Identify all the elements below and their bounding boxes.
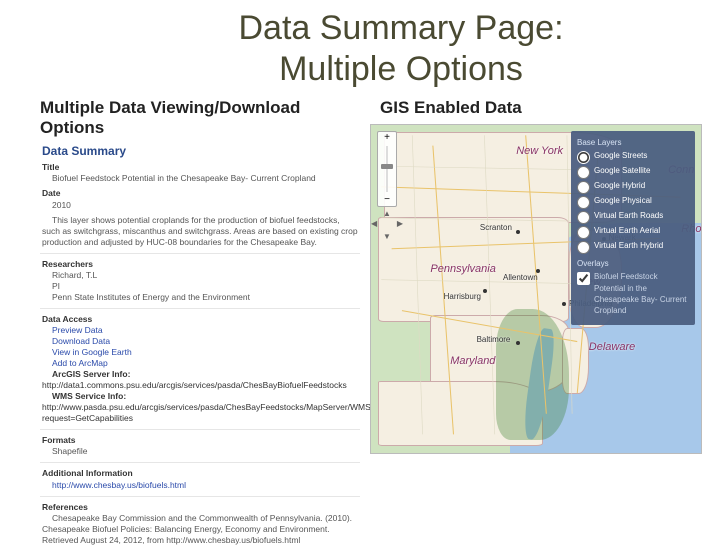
layer-switcher: Base Layers Google Streets Google Satell… — [571, 131, 695, 325]
researchers-label: Researchers — [42, 259, 93, 269]
date-value: 2010 — [52, 200, 71, 210]
layer-ve-aerial[interactable]: Virtual Earth Aerial — [577, 225, 689, 239]
divider — [40, 308, 360, 309]
label-harrisburg: Harrisburg — [444, 292, 481, 301]
researchers-name: Richard, T.L — [52, 270, 97, 280]
radio-google-hybrid[interactable] — [577, 181, 590, 194]
formats-label: Formats — [42, 435, 76, 445]
researchers-org: Penn State Institutes of Energy and the … — [52, 292, 250, 302]
addl-label: Additional Information — [42, 468, 133, 478]
title-label: Title — [42, 162, 59, 172]
zoom-slider[interactable] — [378, 146, 396, 192]
wms-value: http://www.pasda.psu.edu/arcgis/services… — [42, 402, 401, 423]
field-description: This layer shows potential croplands for… — [42, 215, 360, 248]
divider — [40, 429, 360, 430]
label-allentown: Allentown — [503, 273, 538, 282]
zoom-thumb[interactable] — [381, 164, 393, 169]
overlay-biofuel[interactable]: Biofuel Feedstock Potential in the Chesa… — [577, 271, 689, 316]
radio-google-streets[interactable] — [577, 151, 590, 164]
zoom-in-button[interactable]: + — [378, 132, 396, 144]
label-pa: Pennsylvania — [430, 263, 495, 275]
radio-ve-hybrid[interactable] — [577, 241, 590, 254]
pan-east-icon[interactable]: ▶ — [397, 219, 403, 228]
label-de: Delaware — [589, 341, 635, 353]
date-label: Date — [42, 188, 60, 198]
arcgis-value: http://data1.commons.psu.edu/arcgis/serv… — [42, 380, 347, 390]
preview-data-link[interactable]: Preview Data — [52, 325, 103, 335]
addl-link[interactable]: http://www.chesbay.us/biofuels.html — [52, 480, 186, 490]
label-md: Maryland — [450, 355, 495, 367]
right-subheading: GIS Enabled Data — [380, 98, 702, 118]
wms-info: WMS Service Info: http://www.pasda.psu.e… — [42, 391, 401, 423]
field-data-access: Data Access Preview Data Download Data V… — [42, 314, 360, 424]
field-formats: Formats Shapefile — [42, 435, 360, 457]
radio-google-satellite[interactable] — [577, 166, 590, 179]
view-google-earth-link[interactable]: View in Google Earth — [52, 347, 132, 357]
label-baltimore: Baltimore — [477, 335, 511, 344]
pan-west-icon[interactable]: ◀ — [371, 219, 377, 228]
divider — [40, 496, 360, 497]
slide: Data Summary Page: Multiple Options Mult… — [0, 0, 720, 540]
biofuel-overlay — [496, 309, 569, 440]
formats-value: Shapefile — [52, 446, 87, 456]
field-references: References Chesapeake Bay Commission and… — [42, 502, 360, 546]
arcgis-label: ArcGIS Server Info: — [52, 369, 130, 379]
layer-google-physical[interactable]: Google Physical — [577, 195, 689, 209]
radio-ve-aerial[interactable] — [577, 226, 590, 239]
title-value: Biofuel Feedstock Potential in the Chesa… — [52, 173, 316, 183]
title-line-1: Data Summary Page: — [238, 9, 563, 47]
divider — [40, 253, 360, 254]
download-data-link[interactable]: Download Data — [52, 336, 110, 346]
field-title: Title Biofuel Feedstock Potential in the… — [42, 162, 360, 184]
left-subheading: Multiple Data Viewing/Download Options — [40, 98, 360, 139]
radio-ve-roads[interactable] — [577, 211, 590, 224]
field-additional-info: Additional Information http://www.chesba… — [42, 468, 360, 490]
right-column: GIS Enabled Data — [370, 98, 702, 550]
field-researchers: Researchers Richard, T.L PI Penn State I… — [42, 259, 360, 303]
pan-control: ▲ ▼ ◀ ▶ — [373, 211, 401, 239]
data-summary-heading: Data Summary — [42, 144, 360, 158]
checkbox-biofuel-overlay[interactable] — [577, 272, 590, 285]
arcgis-info: ArcGIS Server Info: http://data1.commons… — [42, 369, 347, 390]
data-access-label: Data Access — [42, 314, 92, 324]
title-line-2: Multiple Options — [279, 50, 523, 88]
map[interactable]: New York Pennsylvania New Maryland Delaw… — [370, 124, 702, 454]
base-layers-heading: Base Layers — [577, 137, 689, 148]
layer-ve-hybrid[interactable]: Virtual Earth Hybrid — [577, 240, 689, 254]
divider — [40, 462, 360, 463]
refs-label: References — [42, 502, 88, 512]
overlays-heading: Overlays — [577, 258, 689, 269]
add-to-arcmap-link[interactable]: Add to ArcMap — [52, 358, 108, 368]
researchers-pi: PI — [52, 281, 60, 291]
zoom-out-button[interactable]: − — [378, 194, 396, 206]
wms-label: WMS Service Info: — [52, 391, 126, 401]
layer-ve-roads[interactable]: Virtual Earth Roads — [577, 210, 689, 224]
layer-google-satellite[interactable]: Google Satellite — [577, 165, 689, 179]
label-ny: New York — [516, 145, 563, 157]
pan-south-icon[interactable]: ▼ — [383, 232, 391, 241]
slide-title: Data Summary Page: Multiple Options — [100, 8, 702, 90]
left-column: Multiple Data Viewing/Download Options D… — [40, 98, 360, 550]
zoom-control: + − — [377, 131, 397, 207]
radio-google-physical[interactable] — [577, 196, 590, 209]
layer-google-hybrid[interactable]: Google Hybrid — [577, 180, 689, 194]
columns: Multiple Data Viewing/Download Options D… — [40, 98, 702, 550]
pan-north-icon[interactable]: ▲ — [383, 209, 391, 218]
description-text: This layer shows potential croplands for… — [42, 215, 358, 247]
label-scranton: Scranton — [480, 223, 512, 232]
layer-google-streets[interactable]: Google Streets — [577, 150, 689, 164]
field-date: Date 2010 — [42, 188, 360, 210]
